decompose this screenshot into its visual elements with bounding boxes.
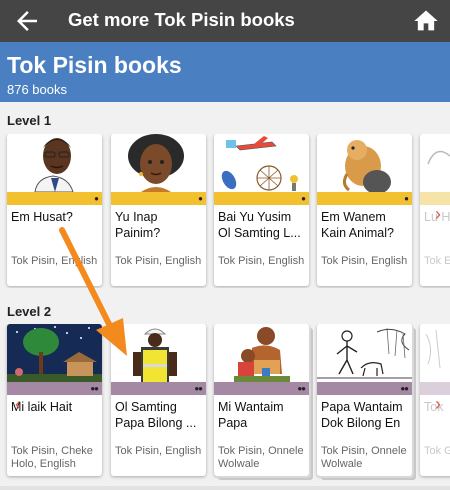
book-title: Bai Yu Yusim Ol Samting L... xyxy=(218,210,301,240)
back-arrow-icon[interactable] xyxy=(12,6,42,36)
book-card-papa-wantaim-dok[interactable]: ●● Papa Wantaim Dok Bilong En Tok Pisin,… xyxy=(317,324,412,476)
book-title: Papa Wantaim Dok Bilong En xyxy=(321,400,403,430)
book-cover-image xyxy=(317,324,412,382)
book-card-mi-wantaim-papa[interactable]: ●● Mi Wantaim Papa Tok Pisin, Onnele Wol… xyxy=(214,324,309,476)
level-1-label[interactable]: Level 1 xyxy=(7,113,51,128)
level-color-bar: ● xyxy=(317,192,412,205)
book-card-em-husat[interactable]: ● Em Husat? Tok Pisin, English xyxy=(7,134,102,286)
scroll-right-chevron-icon[interactable]: › xyxy=(430,394,446,414)
book-cover-image xyxy=(214,134,309,192)
collection-header: Tok Pisin books 876 books xyxy=(0,42,450,102)
book-title: Mi Wantaim Papa xyxy=(218,400,284,430)
book-languages: Tok Pisin, Onnele Wolwale xyxy=(321,445,407,470)
book-title: Em Husat? xyxy=(11,210,73,224)
level-color-bar: ● xyxy=(7,192,102,205)
book-count: 876 books xyxy=(7,82,67,97)
book-languages: Tok Pisin, English xyxy=(321,255,408,267)
level-dot-icon: ● xyxy=(94,194,99,203)
level-dots-icon: ●● xyxy=(90,384,99,393)
level-color-bar: ● xyxy=(214,192,309,205)
book-card-ol-samting-papa-bilong[interactable]: ●● Ol Samting Papa Bilong ... Tok Pisin,… xyxy=(111,324,206,476)
book-languages: Tok Pisin, Cheke Holo, English xyxy=(11,445,93,470)
level-color-bar: ●● xyxy=(317,382,412,395)
level-color-bar: ●● xyxy=(111,382,206,395)
book-cover-image xyxy=(420,134,450,192)
book-cover-image xyxy=(7,134,102,192)
book-cover-image xyxy=(317,134,412,192)
book-cover-image xyxy=(7,324,102,382)
level-dot-icon: ● xyxy=(404,194,409,203)
book-languages: Tok Pisin, English xyxy=(115,445,202,457)
book-cover-image xyxy=(111,134,206,192)
book-languages: Tok Goin xyxy=(424,445,450,457)
level-dots-icon: ●● xyxy=(297,384,306,393)
level-2-label[interactable]: Level 2 xyxy=(7,304,51,319)
level-2-book-row[interactable]: ●● Mi laik Hait Tok Pisin, Cheke Holo, E… xyxy=(0,324,450,484)
book-card-em-wanem-kain-animal[interactable]: ● Em Wanem Kain Animal? Tok Pisin, Engli… xyxy=(317,134,412,286)
bottom-edge xyxy=(0,486,450,490)
scroll-right-chevron-icon[interactable]: › xyxy=(430,204,446,224)
collection-title: Tok Pisin books xyxy=(7,52,182,78)
level-dot-icon: ● xyxy=(301,194,306,203)
app-bar: Get more Tok Pisin books xyxy=(0,0,450,42)
book-languages: Tok Pisin, English xyxy=(11,255,98,267)
book-cover-image xyxy=(111,324,206,382)
book-title: Yu Inap Painim? xyxy=(115,210,161,240)
book-languages: Tok Pisin, English xyxy=(115,255,202,267)
book-languages: Tok Englis xyxy=(424,255,450,267)
book-card-bai-yu-yusim[interactable]: ● Bai Yu Yusim Ol Samting L... Tok Pisin… xyxy=(214,134,309,286)
book-card-yu-inap-painim[interactable]: ● Yu Inap Painim? Tok Pisin, English xyxy=(111,134,206,286)
book-languages: Tok Pisin, Onnele Wolwale xyxy=(218,445,304,470)
book-cover-image xyxy=(214,324,309,382)
home-icon[interactable] xyxy=(412,7,440,35)
level-dots-icon: ●● xyxy=(400,384,409,393)
book-cover-image xyxy=(420,324,450,382)
book-title: Ol Samting Papa Bilong ... xyxy=(115,400,197,430)
level-1-book-row[interactable]: ● Em Husat? Tok Pisin, English ● Yu Inap… xyxy=(0,134,450,288)
book-title: Em Wanem Kain Animal? xyxy=(321,210,394,240)
app-bar-title: Get more Tok Pisin books xyxy=(68,9,295,30)
level-color-bar: ●● xyxy=(214,382,309,395)
scroll-left-chevron-icon[interactable]: ‹ xyxy=(10,394,26,414)
level-dot-icon: ● xyxy=(198,194,203,203)
level-dots-icon: ●● xyxy=(194,384,203,393)
level-color-bar: ● xyxy=(111,192,206,205)
book-languages: Tok Pisin, English xyxy=(218,255,305,267)
